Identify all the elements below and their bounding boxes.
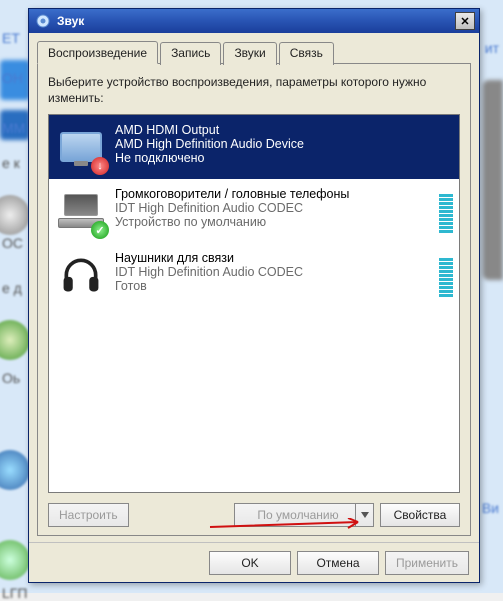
bg-text: Оь	[2, 370, 20, 386]
close-icon: ✕	[460, 15, 469, 28]
bg-text: Bи	[482, 500, 499, 516]
default-device-badge-icon: ✓	[91, 221, 109, 239]
bg-text: ET	[2, 30, 20, 46]
level-meter	[439, 187, 453, 235]
close-button[interactable]: ✕	[455, 12, 475, 30]
dialog-button-bar: OK Отмена Применить	[29, 542, 479, 582]
device-status: Не подключено	[115, 151, 453, 165]
apply-button[interactable]: Применить	[385, 551, 469, 575]
device-name: AMD HDMI Output	[115, 123, 453, 137]
device-list[interactable]: ↓ AMD HDMI Output AMD High Definition Au…	[48, 114, 460, 493]
device-item-hdmi[interactable]: ↓ AMD HDMI Output AMD High Definition Au…	[49, 115, 459, 179]
bg-text: e к	[2, 155, 20, 171]
properties-button[interactable]: Свойства	[380, 503, 460, 527]
device-name: Громкоговорители / головные телефоны	[115, 187, 425, 201]
bg-text: MМ	[2, 120, 25, 136]
window-icon	[35, 13, 51, 29]
bg-text: LГП	[2, 585, 27, 601]
device-driver: IDT High Definition Audio CODEC	[115, 265, 425, 279]
tab-sounds[interactable]: Звуки	[223, 42, 276, 65]
titlebar[interactable]: Звук ✕	[29, 9, 479, 33]
dropdown-arrow-icon[interactable]	[355, 504, 373, 526]
device-driver: IDT High Definition Audio CODEC	[115, 201, 425, 215]
cancel-button[interactable]: Отмена	[297, 551, 379, 575]
bg-text: OН	[2, 70, 23, 86]
device-item-speakers[interactable]: ✓ Громкоговорители / головные телефоны I…	[49, 179, 459, 243]
bg-text: OС	[2, 235, 23, 251]
monitor-icon: ↓	[57, 123, 105, 171]
device-name: Наушники для связи	[115, 251, 425, 265]
level-meter	[439, 251, 453, 299]
configure-button[interactable]: Настроить	[48, 503, 129, 527]
device-driver: AMD High Definition Audio Device	[115, 137, 453, 151]
set-default-button[interactable]: По умолчанию	[234, 503, 374, 527]
tab-record[interactable]: Запись	[160, 42, 221, 65]
ok-button[interactable]: OK	[209, 551, 291, 575]
playback-panel: Выберите устройство воспроизведения, пар…	[37, 63, 471, 536]
not-connected-badge-icon: ↓	[91, 157, 109, 175]
tab-strip: Воспроизведение Запись Звуки Связь	[37, 41, 471, 64]
tab-communication[interactable]: Связь	[279, 42, 334, 65]
device-status: Устройство по умолчанию	[115, 215, 425, 229]
bg-text: ит	[485, 40, 499, 56]
laptop-speakers-icon: ✓	[57, 187, 105, 235]
device-status: Готов	[115, 279, 425, 293]
bg-text: e д	[2, 280, 22, 296]
set-default-label: По умолчанию	[257, 508, 338, 522]
headphones-icon	[57, 251, 105, 299]
device-item-headphones[interactable]: Наушники для связи IDT High Definition A…	[49, 243, 459, 307]
window-title: Звук	[57, 14, 455, 28]
instruction-text: Выберите устройство воспроизведения, пар…	[48, 74, 460, 106]
sound-dialog: Звук ✕ Воспроизведение Запись Звуки Связ…	[28, 8, 480, 583]
tab-playback[interactable]: Воспроизведение	[37, 41, 158, 64]
